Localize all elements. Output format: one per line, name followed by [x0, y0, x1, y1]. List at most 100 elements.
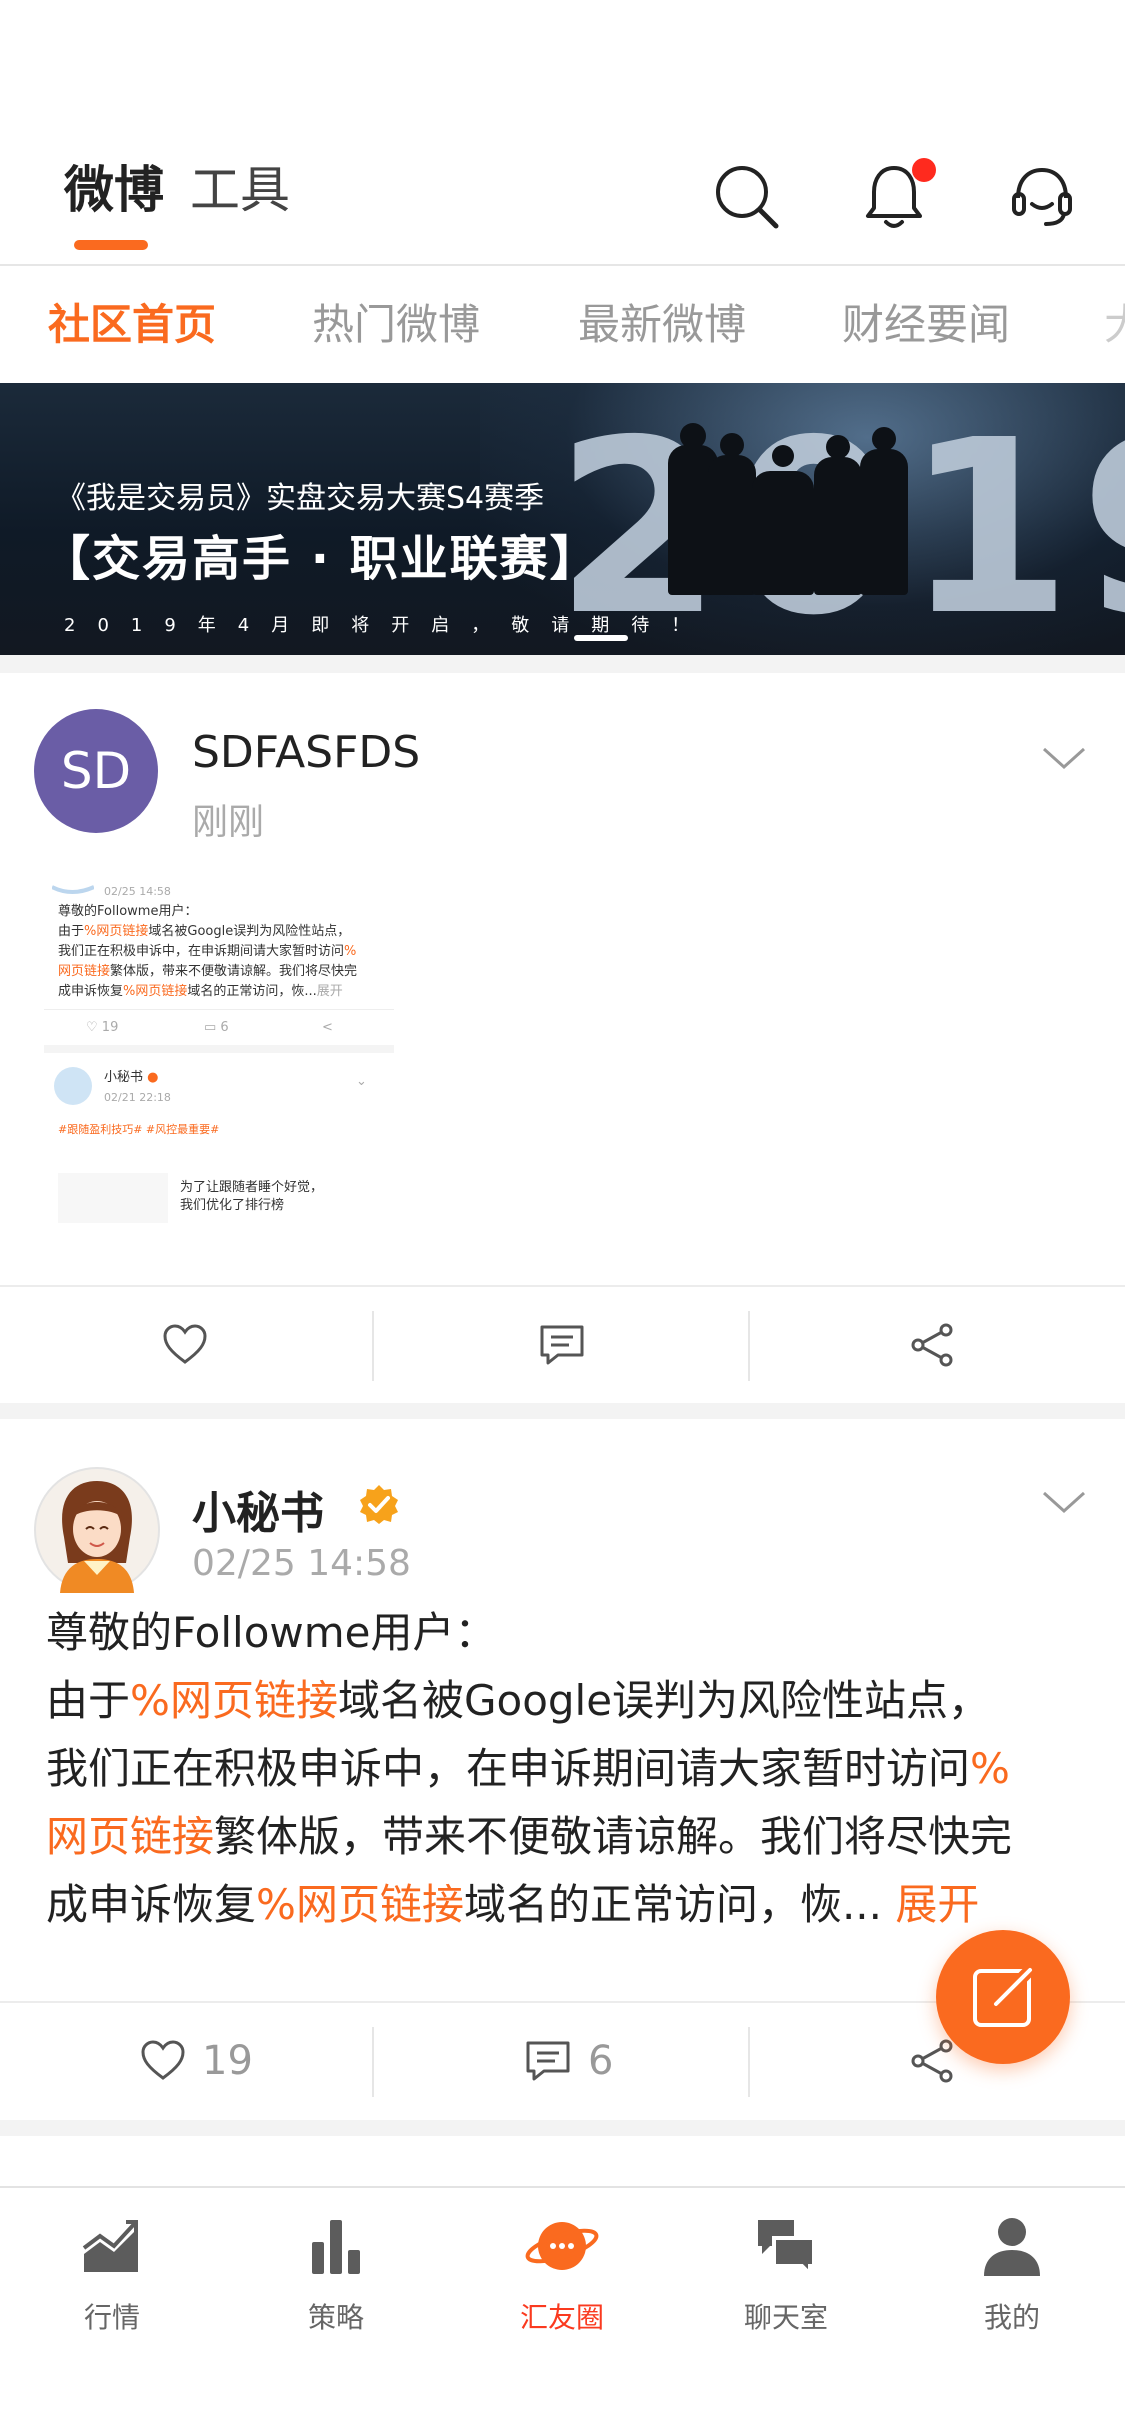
- subtab-community-home[interactable]: 社区首页: [48, 298, 216, 352]
- post-time: 刚刚: [192, 802, 265, 843]
- banner-page-indicator: [574, 635, 628, 641]
- section-separator: [0, 655, 1125, 673]
- comment-icon: [526, 2041, 570, 2081]
- share-icon: [911, 1323, 953, 1367]
- search-icon[interactable]: [710, 160, 782, 232]
- figure-head: [772, 445, 794, 467]
- post-card[interactable]: SD SDFASFDS 刚刚 02/25 14:58 尊敬的Followme用户…: [0, 673, 1125, 1403]
- post-card[interactable]: 小秘书 02/25 14:58 尊敬的Followme用户： 由于%网页链接域名…: [0, 1419, 1125, 2119]
- post-author-name[interactable]: SDFASFDS: [192, 727, 420, 778]
- comment-count: 6: [588, 2038, 614, 2084]
- divider: [748, 2027, 750, 2097]
- bottom-tab-bar: 行情 策略 汇友圈 聊天室 我的: [0, 2186, 1125, 2436]
- notification-dot: [912, 158, 936, 182]
- divider: [372, 1311, 374, 1381]
- mini-line: 成申诉恢复%网页链接域名的正常访问，恢...展开: [58, 984, 343, 999]
- tab-community[interactable]: 汇友圈: [492, 2214, 632, 2336]
- mini-name: 小秘书 ●: [104, 1070, 159, 1085]
- web-link[interactable]: 网页链接: [170, 1676, 338, 1725]
- mini-divider: [44, 1045, 394, 1053]
- avatar[interactable]: [34, 1467, 160, 1593]
- link-icon: %: [130, 1676, 170, 1725]
- chevron-down-icon[interactable]: [1040, 743, 1088, 773]
- link-icon: %: [970, 1744, 1010, 1793]
- mini-thumb: [58, 1173, 168, 1223]
- active-tab-underline: [74, 240, 148, 250]
- banner-date-text: 2019年4月即将开启，敬请期待！: [64, 615, 712, 636]
- post-line: 我们正在积极申诉中，在申诉期间请大家暂时访问%: [46, 1744, 1010, 1793]
- compose-icon: [973, 1963, 1037, 2027]
- comment-icon: [540, 1325, 584, 1365]
- mini-share: <: [322, 1020, 333, 1035]
- post-body: 尊敬的Followme用户： 由于%网页链接域名被Google误判为风险性站点，…: [46, 1599, 1086, 1939]
- top-nav: 微博 工具: [0, 0, 1125, 266]
- strategy-bars-icon: [312, 2220, 360, 2274]
- banner-title: 【交易高手 · 职业联赛】: [42, 531, 600, 587]
- tab-me[interactable]: 我的: [942, 2214, 1082, 2336]
- mini-line: 由于%网页链接域名被Google误判为风险性站点，: [58, 924, 351, 939]
- compose-button[interactable]: [936, 1930, 1070, 2064]
- expand-link[interactable]: 展开: [895, 1880, 979, 1929]
- tab-weibo[interactable]: 微博: [64, 160, 164, 220]
- post-line: 网页链接繁体版，带来不便敬请谅解。我们将尽快完: [46, 1812, 1013, 1861]
- subtab-finance[interactable]: 财经要闻: [842, 298, 1010, 352]
- mini-greeting: 尊敬的Followme用户：: [58, 904, 198, 919]
- share-button[interactable]: [910, 1317, 956, 1373]
- mini-likes: ♡ 19: [86, 1020, 119, 1035]
- web-link[interactable]: 网页链接: [46, 1812, 214, 1861]
- chevron-down-icon[interactable]: [1040, 1487, 1088, 1517]
- post-line: 由于%网页链接域名被Google误判为风险性站点，: [46, 1676, 991, 1725]
- divider: [372, 2027, 374, 2097]
- mini-line: 网页链接繁体版，带来不便敬请谅解。我们将尽快完: [58, 964, 358, 979]
- comment-button[interactable]: 6: [524, 2033, 613, 2089]
- mini-avatar: [54, 1067, 92, 1105]
- divider: [748, 1311, 750, 1381]
- avatar[interactable]: SD: [34, 709, 158, 833]
- tab-strategy[interactable]: 策略: [266, 2214, 406, 2336]
- figure-head: [720, 433, 744, 457]
- link-icon: %: [256, 1880, 296, 1929]
- post-image-screenshot[interactable]: 02/25 14:58 尊敬的Followme用户： 由于%网页链接域名被Goo…: [44, 883, 394, 1243]
- mini-chevron: ⌄: [356, 1074, 367, 1089]
- mini-body-line: 我们优化了排行榜: [180, 1198, 285, 1213]
- heart-icon: [163, 1324, 207, 1364]
- planet-chat-icon: [525, 2222, 599, 2270]
- post-line: 成申诉恢复%网页链接域名的正常访问，恢... 展开: [46, 1880, 980, 1929]
- web-link[interactable]: 网页链接: [296, 1880, 464, 1929]
- customer-service-icon[interactable]: [1006, 160, 1078, 232]
- figure-silhouette: [860, 449, 908, 595]
- sub-tabs: 社区首页 热门微博 最新微博 财经要闻 大: [0, 268, 1125, 382]
- figure-silhouette: [708, 455, 756, 595]
- post-time: 02/25 14:58: [192, 1543, 411, 1584]
- tab-tools[interactable]: 工具: [190, 160, 290, 220]
- figure-silhouette: [814, 457, 862, 595]
- post-author-name[interactable]: 小秘书: [192, 1477, 324, 1541]
- promo-banner[interactable]: 2019 《我是交易员》实盘交易大赛S4赛季 【交易高手 · 职业联赛】 201…: [0, 383, 1125, 655]
- mini-time-2: 02/21 22:18: [104, 1091, 171, 1104]
- subtab-latest[interactable]: 最新微博: [578, 298, 746, 352]
- figure-head: [872, 427, 896, 451]
- heart-icon: [141, 2040, 185, 2080]
- mini-divider: [44, 1009, 394, 1010]
- subtab-more[interactable]: 大: [1104, 298, 1125, 352]
- mini-comments: ▭ 6: [204, 1020, 229, 1035]
- mini-tags: #跟随盈利技巧# #风控最重要#: [58, 1123, 220, 1136]
- section-separator: [0, 2120, 1125, 2136]
- like-button[interactable]: 19: [140, 2033, 253, 2089]
- tab-market[interactable]: 行情: [42, 2214, 182, 2336]
- mini-line: 我们正在积极申诉中，在申诉期间请大家暂时访问%: [58, 944, 357, 959]
- like-count: 19: [202, 2038, 253, 2084]
- market-chart-icon: [82, 2220, 138, 2272]
- tab-chat-room[interactable]: 聊天室: [716, 2214, 856, 2336]
- person-icon: [984, 2218, 1040, 2276]
- mini-time: 02/25 14:58: [104, 885, 171, 898]
- comment-button[interactable]: [538, 1317, 586, 1373]
- banner-subtitle: 《我是交易员》实盘交易大赛S4赛季: [56, 481, 545, 516]
- post-action-bar: [0, 1285, 1125, 1403]
- subtab-hot[interactable]: 热门微博: [312, 298, 480, 352]
- chat-room-icon: [758, 2220, 816, 2278]
- section-separator: [0, 1403, 1125, 1419]
- mini-body-line: 为了让跟随者睡个好觉，: [180, 1180, 324, 1195]
- like-button[interactable]: [162, 1317, 208, 1373]
- post-line: 尊敬的Followme用户：: [46, 1608, 497, 1657]
